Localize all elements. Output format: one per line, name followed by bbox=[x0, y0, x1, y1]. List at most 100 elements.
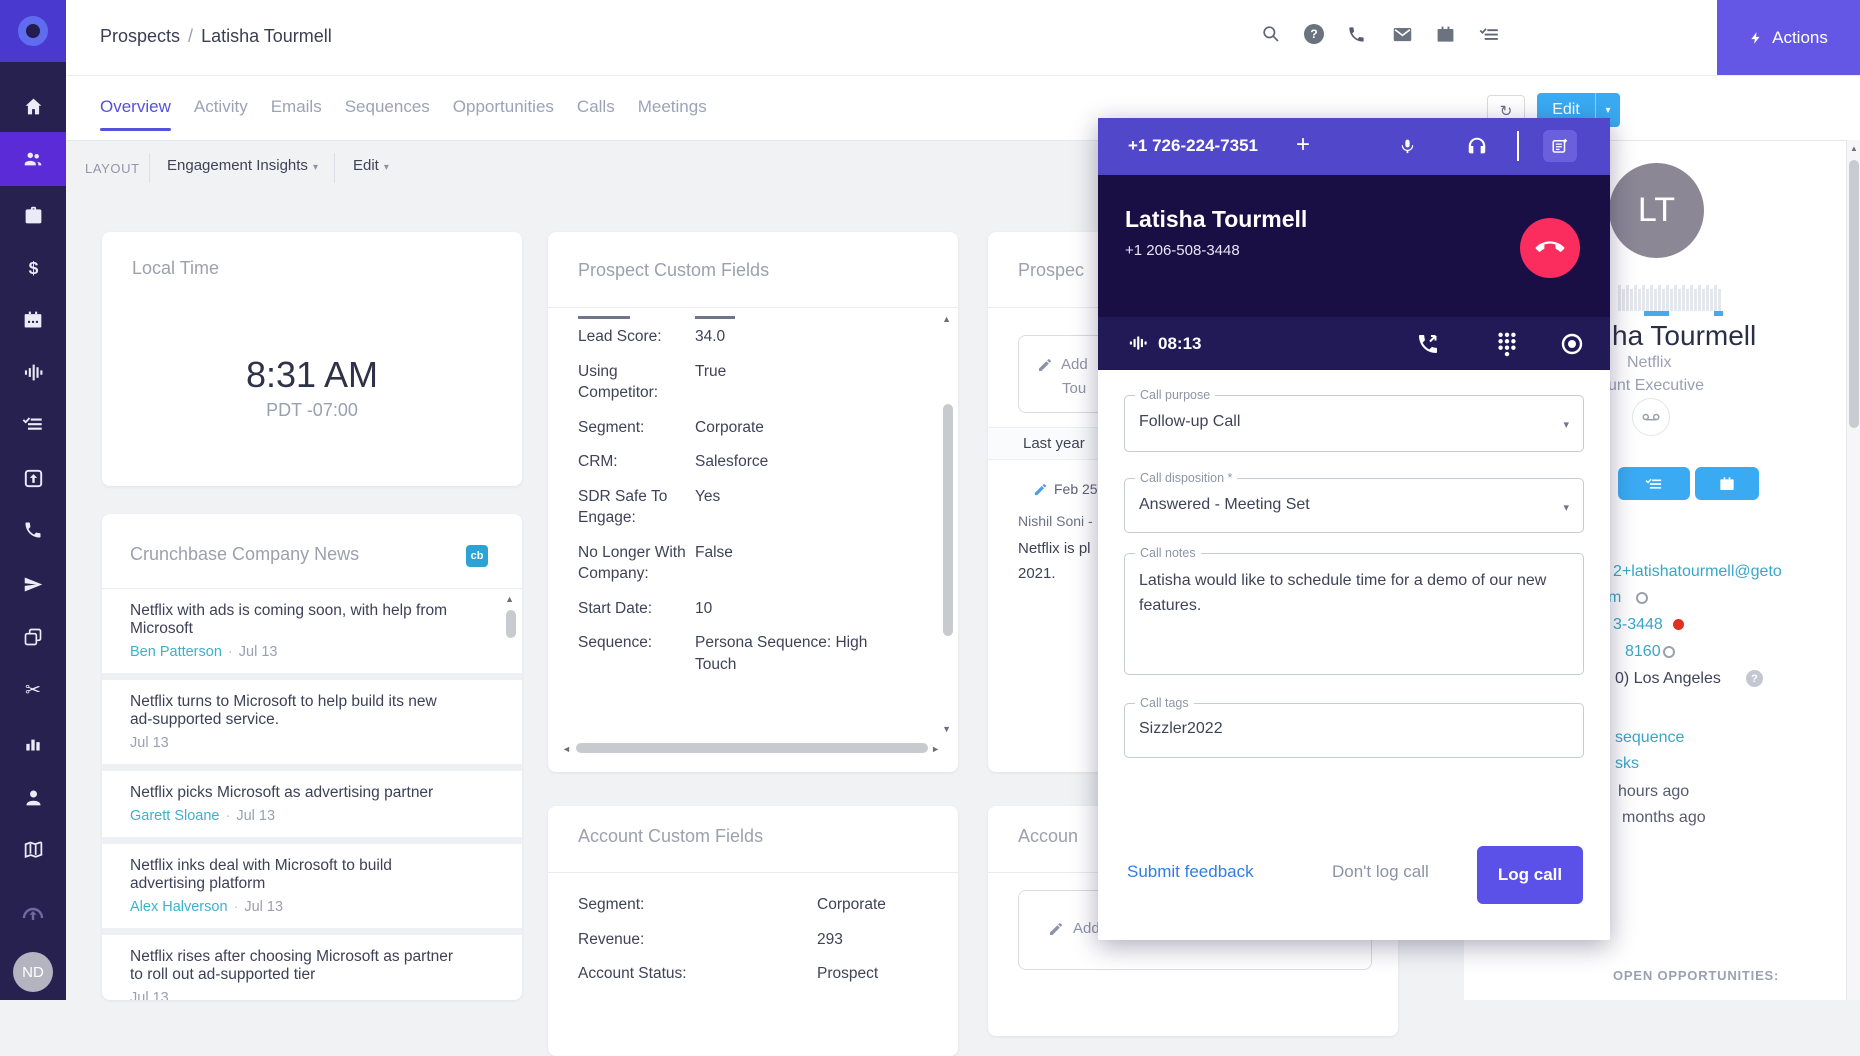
sidebar-item-calls[interactable] bbox=[0, 504, 66, 556]
sidebar-item-accounts[interactable] bbox=[0, 189, 66, 241]
sidebar-item-sequences[interactable] bbox=[0, 558, 66, 610]
field-value: 293 bbox=[817, 929, 928, 964]
breadcrumb-section[interactable]: Prospects bbox=[100, 26, 180, 46]
page-scrollbar[interactable]: ▲ bbox=[1846, 140, 1860, 1000]
call-notes-textarea[interactable]: Call notes Latisha would like to schedul… bbox=[1124, 553, 1584, 675]
sidebar-item-templates[interactable] bbox=[0, 611, 66, 663]
prospect-company[interactable]: Netflix bbox=[1627, 354, 1671, 372]
tab-sequences[interactable]: Sequences bbox=[345, 77, 430, 137]
calendar-icon bbox=[1719, 476, 1735, 492]
field-value: Follow-up Call bbox=[1139, 413, 1543, 431]
sidebar-item-home[interactable] bbox=[0, 80, 66, 132]
mic-icon[interactable] bbox=[1399, 134, 1416, 158]
sidebar-item-prospects[interactable] bbox=[0, 132, 66, 186]
news-item[interactable]: Netflix inks deal with Microsoft to buil… bbox=[102, 837, 522, 928]
log-call-button[interactable]: Log call bbox=[1477, 846, 1583, 904]
dialpad-icon[interactable] bbox=[1496, 331, 1518, 357]
sidebar-item-upload[interactable] bbox=[0, 889, 66, 941]
page-scrollbar-thumb[interactable] bbox=[1849, 160, 1859, 428]
sidebar-item-snippets[interactable]: ✂ bbox=[0, 664, 66, 716]
tab-emails[interactable]: Emails bbox=[271, 77, 322, 137]
news-scrollbar-thumb[interactable] bbox=[506, 610, 516, 638]
sidebar-item-profile[interactable] bbox=[0, 771, 66, 823]
sidebar-item-calendar[interactable] bbox=[0, 294, 66, 346]
tasks-icon[interactable] bbox=[1477, 22, 1501, 46]
phone-link-2[interactable]: 8160 bbox=[1625, 643, 1661, 661]
user-avatar[interactable]: ND bbox=[13, 952, 53, 992]
add-note-icon[interactable] bbox=[1543, 130, 1577, 162]
call-tags-input[interactable]: Call tags Sizzler2022 bbox=[1124, 703, 1584, 758]
waveform-icon bbox=[1128, 333, 1150, 353]
dont-log-call-button[interactable]: Don't log call bbox=[1332, 862, 1429, 882]
h-scrollbar-thumb[interactable] bbox=[576, 743, 928, 753]
v-scrollbar-thumb[interactable] bbox=[943, 404, 953, 636]
sidebar-item-opportunities[interactable]: $ bbox=[0, 242, 66, 294]
sidebar-item-outbox[interactable] bbox=[0, 452, 66, 504]
search-icon[interactable] bbox=[1259, 22, 1283, 46]
call-disposition-select[interactable]: Call disposition * Answered - Meeting Se… bbox=[1124, 478, 1584, 533]
news-item[interactable]: Netflix with ads is coming soon, with he… bbox=[102, 589, 522, 673]
sidebar-item-reports[interactable] bbox=[0, 717, 66, 769]
tab-calls[interactable]: Calls bbox=[577, 77, 615, 137]
news-item[interactable]: Netflix turns to Microsoft to help build… bbox=[102, 673, 522, 764]
news-headline[interactable]: Netflix picks Microsoft as advertising p… bbox=[130, 784, 460, 802]
tab-activity[interactable]: Activity bbox=[194, 77, 248, 137]
avatar-initials: LT bbox=[1638, 191, 1675, 230]
actions-button[interactable]: Actions bbox=[1717, 0, 1860, 75]
view-selector[interactable]: Engagement Insights▾ bbox=[167, 157, 318, 174]
scroll-right-arrow[interactable]: ► bbox=[931, 744, 940, 754]
email-link[interactable]: 2+latishatourmell@geto bbox=[1613, 563, 1782, 581]
tab-opportunities[interactable]: Opportunities bbox=[453, 77, 554, 137]
news-headline[interactable]: Netflix turns to Microsoft to help build… bbox=[130, 693, 460, 729]
sequence-link[interactable]: sequence bbox=[1615, 729, 1684, 747]
call-purpose-select[interactable]: Call purpose Follow-up Call ▾ bbox=[1124, 395, 1584, 452]
news-author[interactable]: Ben Patterson bbox=[130, 644, 222, 660]
tab-overview[interactable]: Overview bbox=[100, 77, 171, 137]
scroll-up-arrow[interactable]: ▲ bbox=[942, 314, 951, 324]
sidebar-item-engagement[interactable] bbox=[0, 346, 66, 398]
sidebar-item-map[interactable] bbox=[0, 823, 66, 875]
phone-icon[interactable] bbox=[1344, 22, 1368, 46]
status-ring-icon[interactable] bbox=[1636, 592, 1648, 604]
phone-link[interactable]: 3-3448 bbox=[1613, 616, 1663, 634]
chevron-down-icon: ▾ bbox=[313, 162, 318, 173]
help-icon[interactable]: ? bbox=[1302, 22, 1326, 46]
news-author[interactable]: Alex Halverson bbox=[130, 899, 228, 915]
sidebar-item-tasks[interactable] bbox=[0, 398, 66, 450]
call-contact-section: Latisha Tourmell +1 206-508-3448 bbox=[1098, 175, 1610, 317]
record-icon[interactable] bbox=[1560, 332, 1584, 356]
scroll-up-arrow[interactable]: ▲ bbox=[505, 594, 514, 604]
calendar-icon[interactable] bbox=[1433, 22, 1457, 46]
crunchbase-icon[interactable]: cb bbox=[466, 545, 488, 567]
card-title: Prospect Custom Fields bbox=[578, 260, 769, 281]
add-call-icon[interactable]: + bbox=[1296, 131, 1310, 159]
field-label: Account Status: bbox=[578, 963, 817, 998]
news-author[interactable]: Garett Sloane bbox=[130, 808, 219, 824]
tab-meetings[interactable]: Meetings bbox=[638, 77, 707, 137]
field-label: Call notes bbox=[1135, 546, 1201, 560]
schedule-meeting-button[interactable] bbox=[1695, 467, 1759, 500]
mail-icon[interactable] bbox=[1390, 22, 1414, 46]
headphones-icon[interactable] bbox=[1466, 134, 1488, 158]
hangup-button[interactable] bbox=[1520, 218, 1580, 278]
tasks-link[interactable]: sks bbox=[1615, 755, 1639, 773]
phone-transfer-icon[interactable] bbox=[1416, 332, 1440, 356]
layout-edit-selector[interactable]: Edit▾ bbox=[353, 157, 389, 174]
news-date: Jul 13 bbox=[239, 644, 278, 660]
scroll-down-arrow[interactable]: ▼ bbox=[942, 724, 951, 734]
submit-feedback-link[interactable]: Submit feedback bbox=[1127, 862, 1254, 882]
news-headline[interactable]: Netflix inks deal with Microsoft to buil… bbox=[130, 857, 460, 893]
voicemail-icon[interactable] bbox=[1632, 398, 1670, 436]
news-list: Netflix with ads is coming soon, with he… bbox=[102, 589, 522, 1000]
help-badge-icon[interactable]: ? bbox=[1746, 670, 1763, 687]
status-ring-icon[interactable] bbox=[1663, 646, 1675, 658]
outreach-logo[interactable] bbox=[0, 0, 66, 62]
news-headline[interactable]: Netflix with ads is coming soon, with he… bbox=[130, 602, 460, 638]
news-headline[interactable]: Netflix rises after choosing Microsoft a… bbox=[130, 948, 460, 984]
news-item[interactable]: Netflix rises after choosing Microsoft a… bbox=[102, 928, 522, 1000]
field-list: Lead Score: 34.0 Using Competitor: True … bbox=[578, 326, 908, 688]
scroll-up-arrow[interactable]: ▲ bbox=[1850, 144, 1858, 153]
scroll-left-arrow[interactable]: ◄ bbox=[562, 744, 571, 754]
add-task-button[interactable] bbox=[1618, 467, 1690, 500]
news-item[interactable]: Netflix picks Microsoft as advertising p… bbox=[102, 764, 522, 837]
